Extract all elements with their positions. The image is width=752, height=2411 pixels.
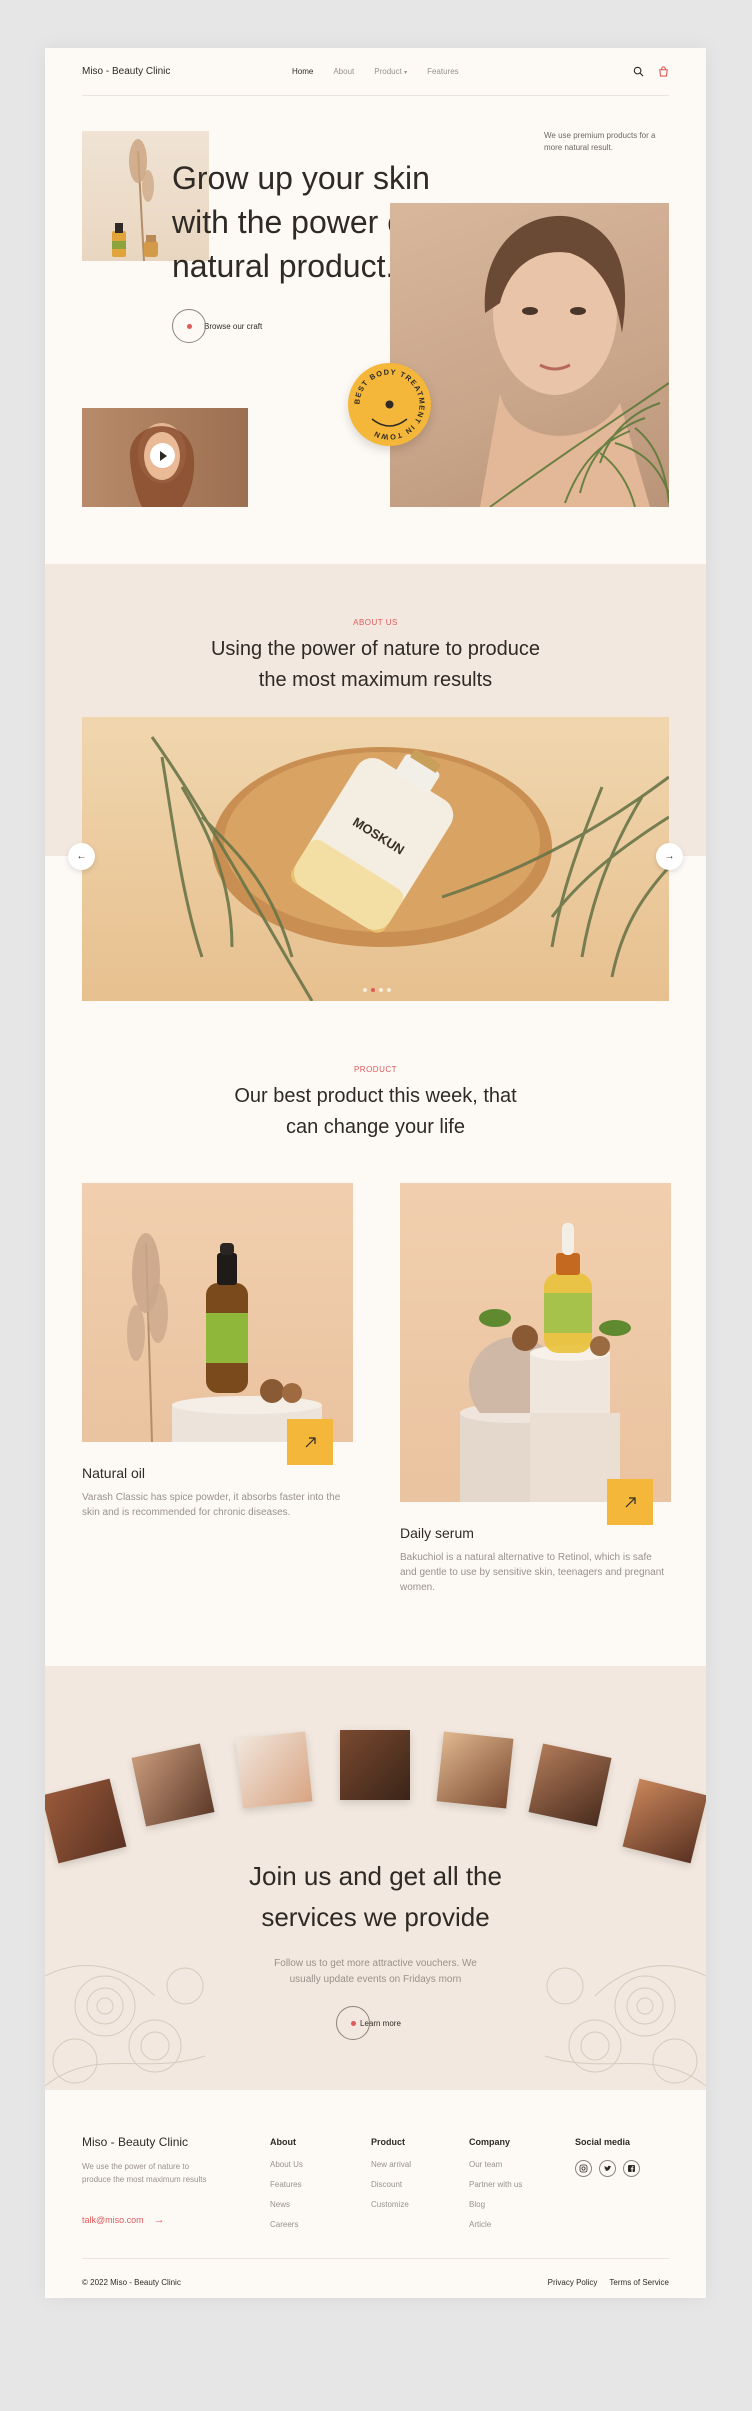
join-subtitle-line-2: usually update events on Fridays morn <box>289 1974 462 1985</box>
footer-link-about-us[interactable]: About Us <box>270 2160 303 2169</box>
about-eyebrow: ABOUT US <box>353 618 398 627</box>
treatment-badge: BEST BODY TREATMENT IN TOWN <box>348 363 431 446</box>
join-title-line-2: services we provide <box>261 1902 490 1932</box>
nav-item-about[interactable]: About <box>333 67 354 76</box>
carousel-dot[interactable] <box>363 988 367 992</box>
product-desc-daily-serum: Bakuchiol is a natural alternative to Re… <box>400 1552 665 1593</box>
facebook-icon[interactable] <box>623 2160 640 2177</box>
product-image-daily-serum <box>400 1183 671 1502</box>
nav-item-home[interactable]: Home <box>292 67 313 76</box>
about-title-line-1: Using the power of nature to produce <box>210 638 541 660</box>
browse-ring-icon <box>172 309 206 343</box>
product-title-line-2: can change your life <box>285 1116 465 1138</box>
hero-note: We use premium products for a more natur… <box>544 131 656 152</box>
about-title: Using the power of nature to produce the… <box>45 634 706 696</box>
join-subtitle-line-1: Follow us to get more attractive voucher… <box>274 1958 477 1969</box>
nav-menu: Home About Product ▾ Features <box>292 67 633 76</box>
footer-link-new-arrival[interactable]: New arrival <box>371 2160 411 2169</box>
footer-link-blog[interactable]: Blog <box>469 2200 522 2209</box>
carousel-next-button[interactable]: → <box>656 843 683 870</box>
service-photo-3 <box>235 1731 313 1809</box>
learn-more-button[interactable]: Learn more <box>336 2006 405 2040</box>
footer-divider <box>82 2258 669 2259</box>
top-nav: Miso - Beauty Clinic Home About Product … <box>82 48 669 96</box>
product-title: Our best product this week, that can cha… <box>45 1081 706 1143</box>
footer-link-features[interactable]: Features <box>270 2180 303 2189</box>
nav-item-product[interactable]: Product ▾ <box>374 67 407 76</box>
service-photo-6 <box>528 1743 612 1827</box>
nav-icons <box>633 66 669 77</box>
join-title: Join us and get all the services we prov… <box>45 1856 706 1938</box>
footer-link-news[interactable]: News <box>270 2200 303 2209</box>
about-title-line-2: the most maximum results <box>258 669 493 691</box>
footer-description: We use the power of nature to produce th… <box>82 2162 207 2184</box>
page: Miso - Beauty Clinic Home About Product … <box>45 48 706 2298</box>
hero-model-image <box>390 203 669 507</box>
play-icon[interactable] <box>150 443 175 468</box>
service-photo-2 <box>131 1743 215 1827</box>
search-icon[interactable] <box>633 66 644 77</box>
service-photo-4 <box>340 1730 410 1800</box>
footer-link-partner[interactable]: Partner with us <box>469 2180 522 2189</box>
footer-brand[interactable]: Miso - Beauty Clinic <box>82 2135 188 2149</box>
carousel-dot[interactable] <box>387 988 391 992</box>
service-photo-5 <box>436 1731 514 1809</box>
arrow-right-icon: → <box>664 851 675 862</box>
arrow-right-icon: → <box>153 2214 165 2226</box>
footer-col-about: About About Us Features News Careers <box>270 2137 303 2240</box>
footer-col-title: Social media <box>575 2137 631 2147</box>
footer-link-our-team[interactable]: Our team <box>469 2160 522 2169</box>
arrow-up-right-icon <box>305 1436 316 1447</box>
arrow-left-icon: ← <box>76 851 87 862</box>
legal-links: Privacy Policy Terms of Service <box>548 2278 669 2287</box>
footer-email: talk@miso.com <box>82 2215 144 2225</box>
product-image-natural-oil <box>82 1183 353 1442</box>
product-desc-natural-oil: Varash Classic has spice powder, it abso… <box>82 1492 341 1518</box>
chevron-down-icon: ▾ <box>404 70 408 76</box>
footer-link-discount[interactable]: Discount <box>371 2180 411 2189</box>
product-name-daily-serum: Daily serum <box>400 1525 474 1541</box>
footer-col-title: Company <box>469 2137 511 2147</box>
natural-oil-arrow-button[interactable] <box>287 1419 333 1465</box>
browse-craft-button[interactable]: Browse our craft <box>172 309 267 343</box>
daily-serum-arrow-button[interactable] <box>607 1479 653 1525</box>
footer-col-product: Product New arrival Discount Customize <box>371 2137 411 2220</box>
carousel-prev-button[interactable]: ← <box>68 843 95 870</box>
browse-label: Browse our craft <box>200 319 267 333</box>
nav-item-product-label: Product <box>374 67 402 76</box>
instagram-icon[interactable] <box>575 2160 592 2177</box>
carousel-dots <box>363 988 391 992</box>
join-subtitle: Follow us to get more attractive voucher… <box>45 1956 706 1988</box>
product-title-line-1: Our best product this week, that <box>234 1085 517 1107</box>
footer-link-article[interactable]: Article <box>469 2220 522 2229</box>
footer-col-title: About <box>270 2137 296 2147</box>
bag-icon[interactable] <box>658 66 669 77</box>
footer-link-customize[interactable]: Customize <box>371 2200 411 2209</box>
arrow-up-right-icon <box>625 1496 636 1507</box>
carousel-dot[interactable] <box>379 988 383 992</box>
join-title-line-1: Join us and get all the <box>249 1861 502 1891</box>
footer-link-careers[interactable]: Careers <box>270 2220 303 2229</box>
social-icons <box>575 2160 640 2177</box>
hero-title-line-1: Grow up your skin <box>172 160 430 196</box>
brand-logo[interactable]: Miso - Beauty Clinic <box>82 66 292 77</box>
privacy-policy-link[interactable]: Privacy Policy <box>548 2278 598 2287</box>
learn-ring-icon <box>336 2006 370 2040</box>
footer-col-title: Product <box>371 2137 406 2147</box>
twitter-icon[interactable] <box>599 2160 616 2177</box>
product-eyebrow: PRODUCT <box>353 1065 398 1074</box>
footer-email-link[interactable]: talk@miso.com → <box>82 2214 165 2226</box>
product-name-natural-oil: Natural oil <box>82 1465 146 1481</box>
nav-item-features[interactable]: Features <box>427 67 459 76</box>
footer-col-social: Social media <box>575 2137 640 2177</box>
terms-of-service-link[interactable]: Terms of Service <box>609 2278 669 2287</box>
copyright: © 2022 Miso - Beauty Clinic <box>82 2278 181 2287</box>
carousel-dot[interactable] <box>371 988 375 992</box>
footer-col-company: Company Our team Partner with us Blog Ar… <box>469 2137 522 2240</box>
about-carousel-image: MOSKUN <box>82 717 669 1001</box>
